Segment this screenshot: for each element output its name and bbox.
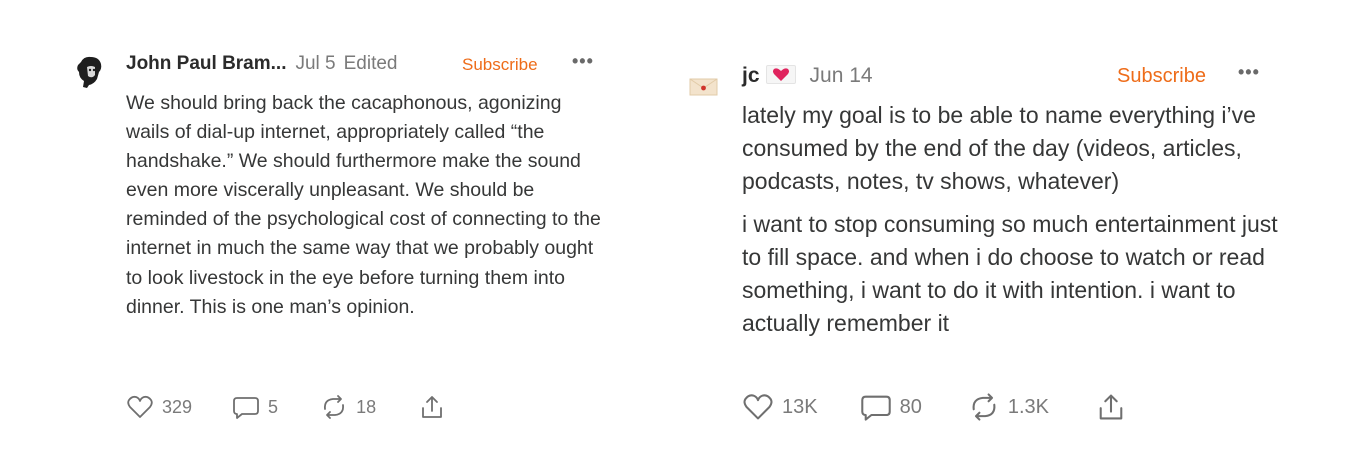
comment-count: 5 [268,396,279,417]
heart-icon [743,394,773,420]
note-actions: 13K 80 1.3K [742,392,1127,422]
comment-button[interactable]: 80 [860,392,922,422]
like-button[interactable]: 13K [742,392,818,422]
note-paragraph: lately my goal is to be able to name eve… [742,102,1256,194]
note-paragraph: We should bring back the cacaphonous, ag… [126,92,601,318]
comment-icon [860,395,891,421]
share-button[interactable] [1095,392,1127,422]
edited-label: Edited [343,53,398,74]
post-date[interactable]: Jun 14 [810,64,873,88]
more-horizontal-icon[interactable]: ••• [572,51,594,72]
like-button[interactable]: 329 [126,394,192,420]
heart-icon [127,395,153,418]
restack-count: 18 [356,396,377,417]
note-header: John Paul Bram... Jul 5 Edited Subscribe… [126,51,606,75]
avatar[interactable] [72,54,106,90]
restack-button[interactable]: 18 [320,394,376,420]
restack-icon [324,395,345,419]
post-date[interactable]: Jul 5 [295,53,335,75]
more-horizontal-icon[interactable]: ••• [1238,62,1260,83]
avatar[interactable] [689,76,719,98]
like-count: 329 [162,396,193,417]
comment-icon [233,397,259,419]
share-icon [1099,394,1123,420]
subscribe-button[interactable]: Subscribe [462,55,538,75]
subscribe-button[interactable]: Subscribe [1117,65,1206,88]
love-letter-icon [765,65,796,84]
restack-count: 1.3K [1007,395,1049,418]
author-name[interactable]: jc [742,64,760,88]
comment-button[interactable]: 5 [232,394,278,420]
restack-icon [972,393,996,421]
note-body: lately my goal is to be able to name eve… [742,99,1282,340]
note-header: jc Jun 14 Subscribe ••• [742,62,1272,88]
note-actions: 329 5 18 [126,394,446,420]
note-paragraph: i want to stop consuming so much enterta… [742,211,1278,336]
share-button[interactable] [418,394,446,420]
like-count: 13K [782,395,818,418]
note-body: We should bring back the cacaphonous, ag… [126,89,606,322]
author-name[interactable]: John Paul Bram... [126,53,286,75]
restack-button[interactable]: 1.3K [968,392,1049,422]
comment-count: 80 [899,395,922,418]
share-icon [422,396,442,418]
